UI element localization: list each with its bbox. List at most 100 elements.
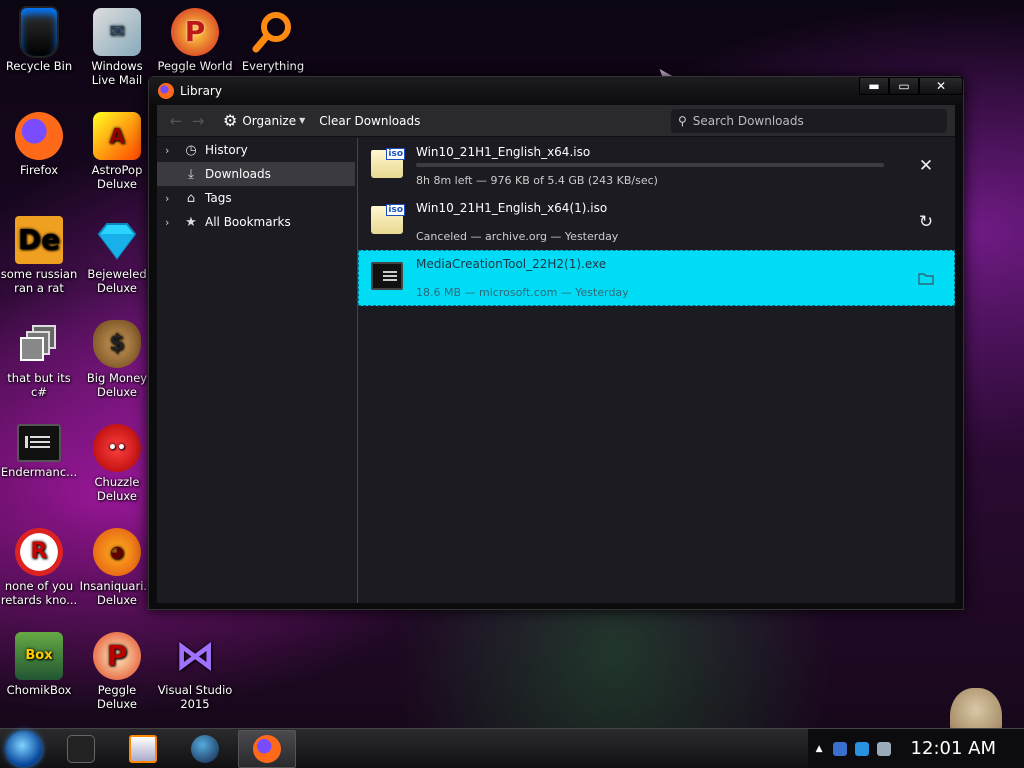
twisty-icon[interactable]: › — [165, 216, 181, 229]
peggle-icon: P — [171, 8, 219, 56]
desktop-icon-endermanch[interactable]: Endermanc... — [0, 424, 78, 479]
desktop-icon-russian-rat[interactable]: De some russian ran a rat — [0, 216, 78, 295]
sidebar-item-label: All Bookmarks — [205, 215, 291, 229]
desktop-icon-label: AstroPop Deluxe — [91, 163, 143, 191]
terminal-icon — [67, 734, 95, 763]
taskbar-app-media-player[interactable] — [114, 730, 172, 768]
desktop-icon-everything[interactable]: Everything — [234, 8, 312, 73]
visual-studio-icon: ⋈ — [175, 633, 215, 679]
window-titlebar[interactable]: Library ▬ ▭ ✕ — [149, 77, 963, 105]
download-icon: ⤓ — [188, 166, 194, 182]
iso-badge: iso — [386, 148, 405, 160]
desktop-icon-label: ChomikBox — [6, 683, 72, 697]
windows-logo-icon — [6, 730, 42, 767]
desktop-icon-firefox[interactable]: Firefox — [0, 112, 78, 177]
retry-download-button[interactable]: ↻ — [915, 211, 937, 233]
window-title: Library — [180, 84, 222, 98]
library-window: Library ▬ ▭ ✕ ← → ⚙ Organize ▼ Clear Dow… — [148, 76, 964, 610]
desktop-icon-label: Windows Live Mail — [91, 59, 143, 87]
terminal-icon — [17, 424, 61, 462]
globe-icon — [191, 734, 219, 763]
show-hidden-icons-button[interactable]: ▲ — [816, 744, 823, 754]
desktop-icon-label: some russian ran a rat — [0, 267, 78, 295]
money-bag-icon: $ — [93, 320, 141, 368]
clock-icon: ◷ — [185, 142, 197, 158]
taskbar-app-firefox[interactable] — [238, 729, 296, 768]
desktop-icon-bejeweled[interactable]: Bejeweled Deluxe — [78, 216, 156, 295]
desktop-icon-big-money[interactable]: $ Big Money Deluxe — [78, 320, 156, 399]
close-button[interactable]: ✕ — [919, 77, 963, 95]
desktop-icon-label: none of you retards kno... — [0, 579, 78, 607]
download-status: 8h 8m left — 976 KB of 5.4 GB (243 KB/se… — [416, 174, 658, 187]
astropop-icon: A — [93, 112, 141, 160]
desktop-icon-label: Endermanc... — [0, 465, 78, 479]
window-controls: ▬ ▭ ✕ — [859, 77, 963, 105]
desktop-icon-visual-studio[interactable]: ⋈ Visual Studio 2015 — [156, 632, 234, 711]
desktop-icon-astropop[interactable]: A AstroPop Deluxe — [78, 112, 156, 191]
mail-icon: ✉ — [93, 8, 141, 56]
search-icon: ⚲ — [678, 113, 687, 128]
back-button[interactable]: ← — [165, 112, 187, 130]
downloads-list: iso Win10_21H1_English_x64.iso 8h 8m lef… — [357, 138, 955, 603]
iso-file-icon: iso — [371, 148, 405, 178]
desktop-icon-recycle-bin[interactable]: Recycle Bin — [0, 8, 78, 73]
twisty-icon[interactable]: › — [165, 192, 181, 205]
organize-button[interactable]: ⚙ Organize ▼ — [223, 111, 305, 130]
peggle-deluxe-icon: P — [93, 632, 141, 680]
twisty-icon[interactable]: › — [165, 144, 181, 157]
desktop-icon-windows-live-mail[interactable]: ✉ Windows Live Mail — [78, 8, 156, 87]
sidebar-item-history[interactable]: › ◷ History — [157, 138, 355, 162]
sidebar-item-all-bookmarks[interactable]: › ★ All Bookmarks — [157, 210, 355, 234]
search-input[interactable] — [692, 113, 923, 128]
desktop-icon-peggle-deluxe[interactable]: P Peggle Deluxe — [78, 632, 156, 711]
chuzzle-icon: •• — [93, 424, 141, 472]
desktop-icon-label: Big Money Deluxe — [86, 371, 148, 399]
desktop-icon-chuzzle[interactable]: •• Chuzzle Deluxe — [78, 424, 156, 503]
sidebar-item-downloads[interactable]: ⤓ Downloads — [157, 162, 355, 186]
desktop-icon-label: Visual Studio 2015 — [157, 683, 233, 711]
recycle-bin-icon — [21, 8, 57, 56]
start-button[interactable] — [0, 729, 48, 768]
download-filename: MediaCreationTool_22H2(1).exe — [416, 257, 607, 271]
desktop-icon-chomikbox[interactable]: Box ChomikBox — [0, 632, 78, 697]
download-filename: Win10_21H1_English_x64(1).iso — [416, 201, 608, 215]
gem-icon — [93, 216, 141, 264]
desktop-icon-that-but-csharp[interactable]: that but its c# — [0, 320, 78, 399]
fish-icon: ◕ — [93, 528, 141, 576]
system-tray: ▲ 12:01 AM — [807, 728, 1024, 768]
network-icon[interactable] — [854, 741, 869, 756]
desktop-icon-label: Peggle Deluxe — [97, 683, 137, 711]
library-content: ← → ⚙ Organize ▼ Clear Downloads ⚲ › ◷ H… — [157, 105, 955, 603]
firefox-icon — [158, 83, 174, 99]
firefox-icon — [15, 112, 63, 160]
desktop-icon-peggle-world[interactable]: P Peggle World — [156, 8, 234, 73]
desktop-icon-none-of-you[interactable]: R none of you retards kno... — [0, 528, 78, 607]
desktop-icon-insaniquarium[interactable]: ◕ Insaniquari... Deluxe — [78, 528, 156, 607]
volume-icon[interactable] — [876, 741, 891, 756]
download-filename: Win10_21H1_English_x64.iso — [416, 145, 591, 159]
taskbar-app-terminal[interactable] — [52, 730, 110, 768]
search-box[interactable]: ⚲ — [671, 108, 947, 133]
download-status: 18.6 MB — microsoft.com — Yesterday — [416, 286, 629, 299]
download-item[interactable]: MediaCreationTool_22H2(1).exe 18.6 MB — … — [358, 250, 955, 306]
sidebar-item-tags[interactable]: › ⌂ Tags — [157, 186, 355, 210]
shield-icon[interactable] — [832, 741, 847, 756]
maximize-button[interactable]: ▭ — [889, 77, 919, 95]
desktop-icon-label: Everything — [241, 59, 305, 73]
sidebar-item-label: History — [205, 143, 248, 157]
minimize-button[interactable]: ▬ — [859, 77, 889, 95]
desktop-icon-label: Chuzzle Deluxe — [94, 475, 140, 503]
forward-button[interactable]: → — [187, 112, 209, 130]
download-item[interactable]: iso Win10_21H1_English_x64(1).iso Cancel… — [358, 194, 955, 250]
iso-file-icon: iso — [371, 204, 405, 234]
chevron-down-icon: ▼ — [299, 116, 306, 125]
clock[interactable]: 12:01 AM — [911, 738, 996, 759]
folder-icon[interactable] — [915, 267, 937, 289]
cancel-download-button[interactable]: ✕ — [915, 155, 937, 177]
tag-icon: ⌂ — [186, 190, 196, 206]
firefox-icon — [253, 734, 281, 763]
download-item[interactable]: iso Win10_21H1_English_x64.iso 8h 8m lef… — [358, 138, 955, 194]
clear-downloads-button[interactable]: Clear Downloads — [319, 114, 420, 128]
desktop-icon-label: Firefox — [19, 163, 59, 177]
taskbar-app-globe[interactable] — [176, 730, 234, 768]
